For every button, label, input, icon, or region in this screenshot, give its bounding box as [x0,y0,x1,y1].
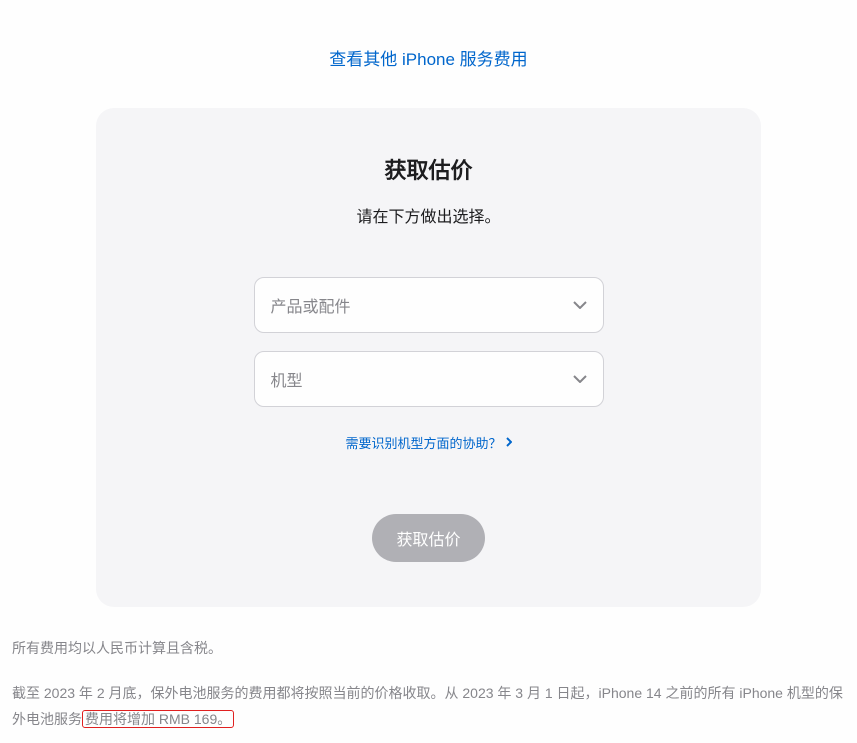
get-estimate-button[interactable]: 获取估价 [372,514,484,562]
footer-notes: 所有费用均以人民币计算且含税。 截至 2023 年 2 月底，保外电池服务的费用… [10,635,847,733]
price-increase-highlight: 费用将增加 RMB 169。 [82,710,234,728]
product-select-placeholder: 产品或配件 [271,293,351,317]
model-select[interactable]: 机型 [254,351,604,407]
model-select-placeholder: 机型 [271,367,303,391]
help-link-text: 需要识别机型方面的协助？ [345,433,501,452]
view-other-services-link[interactable]: 查看其他 iPhone 服务费用 [10,45,847,70]
footer-para-1: 所有费用均以人民币计算且含税。 [12,635,845,662]
card-title: 获取估价 [136,153,721,185]
estimate-card: 获取估价 请在下方做出选择。 产品或配件 机型 需要识别机型方面的协助？ 获取估… [96,108,761,607]
card-subtitle: 请在下方做出选择。 [136,203,721,227]
chevron-down-icon [573,372,587,386]
product-select[interactable]: 产品或配件 [254,277,604,333]
chevron-down-icon [573,298,587,312]
identify-model-help-link[interactable]: 需要识别机型方面的协助？ [345,433,511,452]
chevron-right-icon [506,435,512,450]
footer-para-2: 截至 2023 年 2 月底，保外电池服务的费用都将按照当前的价格收取。从 20… [12,680,845,733]
